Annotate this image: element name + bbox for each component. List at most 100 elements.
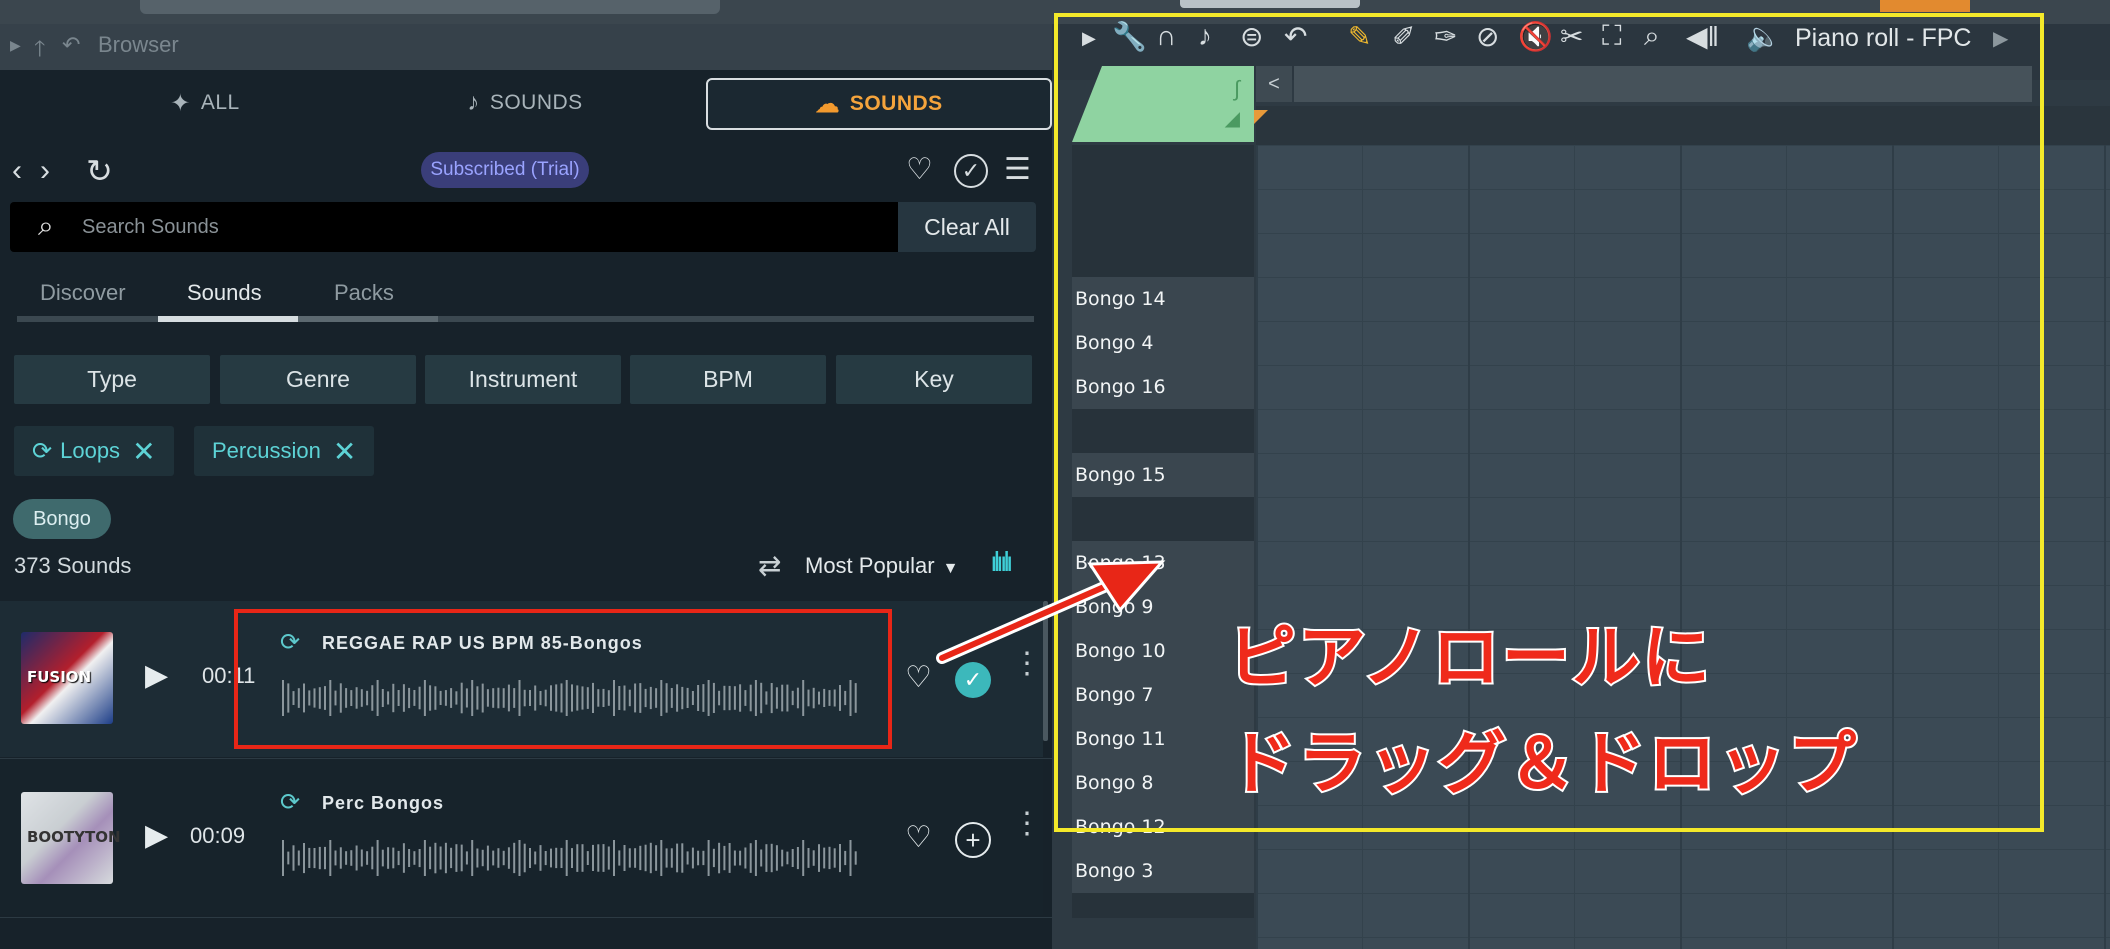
waveform-bar (718, 842, 721, 874)
waveform-bar (444, 842, 447, 874)
waveform-bar (634, 848, 637, 868)
filter-instrument[interactable]: Instrument (425, 355, 621, 404)
waveform-bar (844, 850, 847, 866)
waveform-bar (796, 847, 799, 870)
waveform-bar (429, 846, 432, 870)
waveform-bar (607, 846, 610, 870)
waveform-bar (833, 848, 836, 868)
loop-icon: ⟳ (32, 437, 53, 465)
chip-loops[interactable]: ⟳ Loops ✕ (14, 426, 174, 476)
waveform-bar (324, 846, 326, 870)
chip-percussion[interactable]: Percussion ✕ (194, 426, 375, 476)
sound-title[interactable]: Perc Bongos (322, 793, 444, 814)
waveform-bar (639, 845, 642, 871)
waveform-bar (786, 851, 789, 865)
add-icon[interactable]: + (955, 822, 991, 858)
play-icon[interactable]: ▶ (145, 818, 168, 853)
expand-arrow-icon[interactable]: ▶ (10, 37, 21, 54)
waveform-bar (402, 843, 405, 873)
undo-icon[interactable]: ↶ (62, 32, 80, 58)
waveform-bar (460, 844, 463, 872)
filter-type[interactable]: Type (14, 355, 210, 404)
waveform-bar (712, 848, 715, 868)
refresh-icon[interactable]: ↻ (86, 152, 113, 190)
waveform-bar (660, 840, 663, 876)
waveform-bar (313, 848, 316, 869)
waveform-bar (413, 851, 416, 865)
subtab-packs[interactable]: Packs (334, 280, 394, 306)
loop-icon: ⟳ (280, 789, 301, 816)
chip-loops-label: Loops (60, 438, 121, 463)
filter-key[interactable]: Key (836, 355, 1032, 404)
close-icon[interactable]: ✕ (333, 435, 356, 468)
waveform-bar (539, 845, 542, 871)
waveform-bar (770, 843, 773, 873)
waveform[interactable] (282, 838, 860, 878)
menu-icon[interactable]: ☰ (1004, 152, 1031, 187)
tab-local-sounds[interactable]: ♪ SOUNDS (400, 78, 650, 128)
waveform-bar (397, 850, 400, 866)
waveform-bar (739, 850, 742, 866)
waveform-bar (602, 844, 605, 872)
annotation-line-1: ピアノロールに (1226, 617, 1712, 700)
heart-icon[interactable]: ♡ (905, 660, 932, 695)
tab-all[interactable]: ✦ ALL (80, 78, 330, 128)
drum-key[interactable]: Bongo 3 (1072, 849, 1254, 893)
waveform-bar (576, 844, 579, 872)
filter-genre[interactable]: Genre (220, 355, 416, 404)
subtab-sounds[interactable]: Sounds (187, 280, 262, 306)
top-toolbar-indicator (1880, 0, 1970, 12)
heart-icon[interactable]: ♡ (905, 820, 932, 855)
subtab-discover[interactable]: Discover (40, 280, 126, 306)
close-icon[interactable]: ✕ (132, 435, 155, 468)
sparkle-icon: ✦ (170, 89, 191, 117)
waveform-bar (434, 842, 437, 874)
browser-header: ▶ 🡑 ↶ Browser (0, 24, 1052, 70)
waveform-bar (823, 847, 826, 869)
waveform-bar (581, 844, 584, 872)
waveform-bar (807, 848, 810, 868)
waveform-bar (749, 843, 752, 873)
tab-local-sounds-label: SOUNDS (489, 91, 583, 114)
filter-bpm[interactable]: BPM (630, 355, 826, 404)
waveform-bar (839, 844, 841, 873)
forward-icon[interactable]: › (40, 154, 50, 188)
waveform-bar (318, 846, 321, 870)
waveform-bar (597, 844, 600, 872)
waveform-bar (544, 851, 547, 866)
waveform-bar (282, 840, 284, 876)
waveform-bar (628, 848, 631, 868)
play-icon[interactable]: ▶ (145, 658, 168, 693)
cloud-icon: ☁ (815, 90, 840, 118)
waveform-bar (818, 844, 820, 872)
clear-all-button[interactable]: Clear All (898, 202, 1036, 252)
waveform-bar (802, 840, 805, 876)
waveform-bar (623, 845, 626, 871)
waveform-bar (350, 850, 353, 866)
waveform-bar (476, 848, 479, 868)
heart-icon[interactable]: ♡ (906, 152, 933, 187)
more-icon[interactable]: ⋮ (1012, 809, 1042, 839)
waveform-bar (376, 840, 379, 876)
back-icon[interactable]: ‹ (12, 154, 22, 188)
tab-all-label: ALL (200, 91, 240, 114)
check-circle-icon[interactable]: ✓ (954, 154, 988, 188)
top-toolbar-segment (1180, 0, 1360, 8)
waveform-bar (744, 847, 747, 869)
waveform-bar (371, 846, 374, 870)
shuffle-icon[interactable]: ⇄ (758, 549, 781, 582)
waveform-bar (345, 851, 348, 865)
search-input[interactable]: ⌕ Search Sounds (10, 202, 898, 252)
waveform-bar (308, 847, 311, 868)
waveform-bar (849, 840, 852, 876)
tab-cloud-sounds[interactable]: ☁ SOUNDS (706, 78, 1052, 130)
search-placeholder: Search Sounds (82, 216, 219, 238)
tab-cloud-sounds-label: SOUNDS (849, 92, 943, 115)
waveform-bar (408, 849, 411, 867)
waveform-bar (418, 849, 421, 868)
waveform-bar (676, 843, 679, 873)
up-arrow-icon[interactable]: 🡑 (34, 32, 45, 70)
waveform-bar (366, 851, 369, 865)
tag-bongo[interactable]: Bongo (13, 499, 111, 539)
waveform-bar (502, 850, 505, 866)
